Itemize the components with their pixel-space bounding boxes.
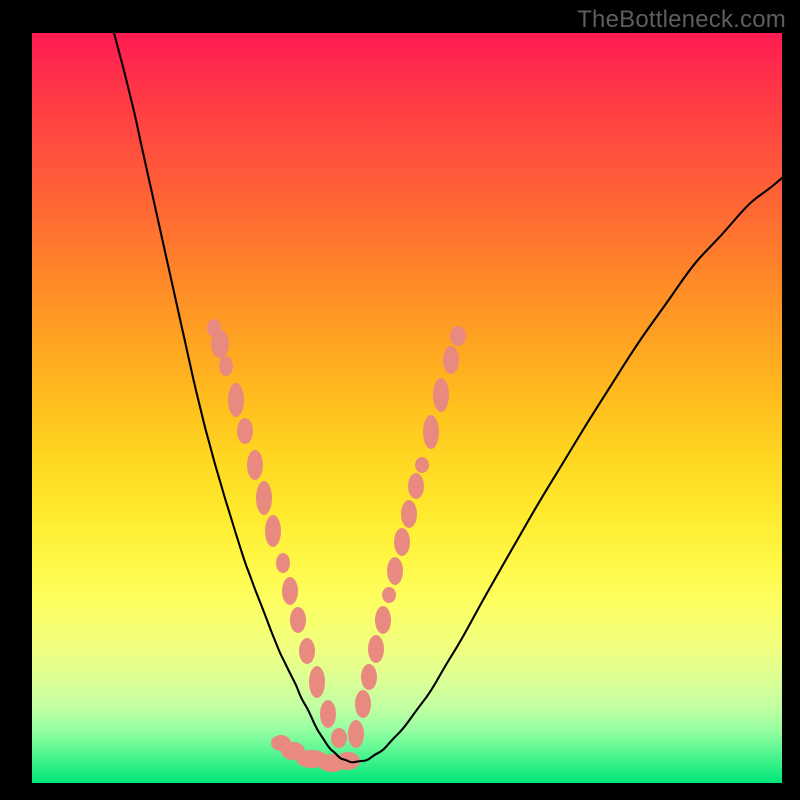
marker-blob [387, 557, 403, 585]
marker-blob [247, 450, 263, 480]
marker-blob [401, 500, 417, 528]
marker-blob [282, 577, 298, 605]
marker-blob [331, 728, 347, 748]
marker-blob [256, 481, 272, 515]
marker-blob [320, 700, 336, 728]
chart-frame: TheBottleneck.com [0, 0, 800, 800]
marker-blob [433, 378, 449, 412]
marker-blob [415, 457, 429, 473]
marker-blob [443, 346, 459, 374]
marker-blob [276, 553, 290, 573]
marker-blob [290, 607, 306, 633]
marker-blob [375, 606, 391, 634]
watermark-text: TheBottleneck.com [577, 6, 786, 34]
marker-blob [211, 330, 229, 358]
marker-group [207, 319, 466, 772]
marker-blob [265, 515, 281, 547]
marker-blob [299, 638, 315, 664]
marker-blob [368, 635, 384, 663]
plot-area [32, 33, 782, 783]
marker-blob [219, 356, 233, 376]
marker-blob [408, 473, 424, 499]
marker-blob [382, 587, 396, 603]
marker-blob [237, 418, 253, 444]
marker-blob [228, 383, 244, 417]
marker-blob [394, 528, 410, 556]
chart-svg [32, 33, 782, 783]
marker-blob [361, 664, 377, 690]
marker-blob [355, 690, 371, 718]
marker-blob [450, 326, 466, 346]
marker-blob [423, 415, 439, 449]
marker-blob [309, 666, 325, 698]
marker-blob [348, 720, 364, 748]
